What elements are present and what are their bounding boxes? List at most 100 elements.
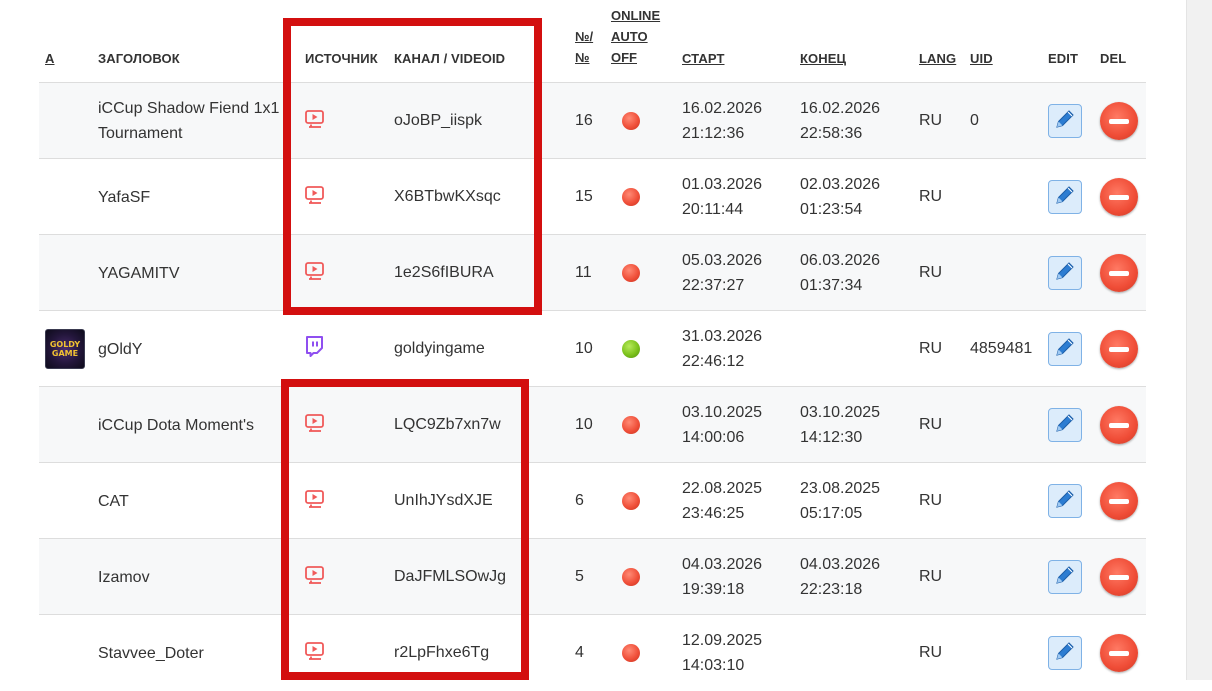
delete-cell (1100, 83, 1140, 159)
source-cell (304, 387, 334, 463)
scrollbar-track[interactable] (1186, 0, 1212, 680)
column-header-source: ИСТОЧНИК (305, 51, 378, 66)
edit-button[interactable] (1048, 484, 1082, 518)
channel-cell: UnIhJYsdXJE (394, 492, 493, 509)
column-header-avatar[interactable]: A (45, 51, 55, 66)
column-header-channel: КАНАЛ / VIDEOID (394, 51, 506, 66)
delete-cell (1100, 539, 1140, 615)
column-header-uid[interactable]: UID (970, 51, 993, 66)
online-cell (622, 83, 652, 159)
pencil-icon (1053, 107, 1077, 136)
minus-icon (1109, 346, 1129, 352)
youtube-icon (304, 489, 326, 514)
delete-button[interactable] (1100, 558, 1138, 596)
start-cell: 03.10.2025 14:00:06 (682, 387, 792, 463)
delete-button[interactable] (1100, 102, 1138, 140)
channel-cell: 1e2S6fIBURA (394, 264, 494, 281)
end-cell: 06.03.2026 01:37:34 (800, 235, 910, 311)
uid-cell (970, 539, 1040, 615)
table-row[interactable]: YafaSF X6BTbwKXsqc 15 01.03.2026 20:11:44 02.… (39, 158, 1146, 235)
stream-title: CAT (98, 492, 129, 510)
edit-button[interactable] (1048, 636, 1082, 670)
edit-button[interactable] (1048, 104, 1082, 138)
edit-cell (1048, 83, 1084, 159)
end-date: 04.03.2026 (800, 556, 881, 573)
column-header-del: DEL (1100, 51, 1127, 66)
delete-button[interactable] (1100, 634, 1138, 672)
lang-cell: RU (919, 112, 943, 129)
number-cell: 6 (575, 492, 584, 509)
start-date: 03.10.2025 (682, 404, 763, 421)
uid-cell: 0 (970, 112, 979, 129)
uid-cell (970, 387, 1040, 463)
edit-button[interactable] (1048, 560, 1082, 594)
column-header-end[interactable]: КОНЕЦ (800, 51, 846, 66)
start-time: 19:39:18 (682, 581, 745, 598)
pencil-icon (1053, 411, 1077, 440)
edit-button[interactable] (1048, 256, 1082, 290)
title-cell: CAT (98, 463, 288, 539)
pencil-icon (1053, 639, 1077, 668)
lang-cell: RU (919, 340, 943, 357)
edit-button[interactable] (1048, 332, 1082, 366)
column-header-number-top: №/ (575, 29, 594, 44)
column-header-lang[interactable]: LANG (919, 51, 956, 66)
end-time: 22:23:18 (800, 581, 863, 598)
end-date: 23.08.2025 (800, 480, 881, 497)
delete-button[interactable] (1100, 482, 1138, 520)
delete-button[interactable] (1100, 178, 1138, 216)
source-cell (304, 539, 334, 615)
end-date: 06.03.2026 (800, 252, 881, 269)
start-date: 31.03.2026 (682, 328, 763, 345)
lang-cell: RU (919, 568, 943, 585)
number-cell: 11 (575, 264, 592, 281)
number-cell: 10 (575, 340, 593, 357)
table-row[interactable]: CAT UnIhJYsdXJE 6 22.08.2025 23:46:25 23.08.2… (39, 462, 1146, 539)
table-row[interactable]: Stavvee_Doter r2LpFhxe6Tg 4 12.09.2025 14:03… (39, 614, 1146, 691)
start-cell: 16.02.2026 21:12:36 (682, 83, 792, 159)
source-cell (304, 159, 334, 235)
column-header-online[interactable]: ONLINE AUTO OFF (611, 5, 660, 68)
minus-icon (1109, 118, 1129, 124)
table-row[interactable]: iCCup Shadow Fiend 1x1 Tournament oJoBP_ii… (39, 82, 1146, 159)
edit-button[interactable] (1048, 180, 1082, 214)
end-date: 16.02.2026 (800, 100, 881, 117)
pencil-icon (1053, 487, 1077, 516)
title-cell: YAGAMITV (98, 235, 288, 311)
twitch-icon (304, 335, 324, 363)
start-date: 01.03.2026 (682, 176, 763, 193)
table-row[interactable]: Izamov DaJFMLSOwJg 5 04.03.2026 19:39:18 04.0… (39, 538, 1146, 615)
start-date: 16.02.2026 (682, 100, 763, 117)
table-row[interactable]: GOLDY GAME gOldY goldyingame 10 31.03.2026 22… (39, 310, 1146, 387)
uid-cell (970, 235, 1040, 311)
delete-button[interactable] (1100, 330, 1138, 368)
delete-cell (1100, 387, 1140, 463)
edit-button[interactable] (1048, 408, 1082, 442)
column-header-title: ЗАГОЛОВОК (98, 51, 180, 66)
youtube-icon (304, 565, 326, 590)
delete-button[interactable] (1100, 406, 1138, 444)
start-date: 05.03.2026 (682, 252, 763, 269)
edit-cell (1048, 387, 1084, 463)
online-cell (622, 235, 652, 311)
end-cell: 02.03.2026 01:23:54 (800, 159, 910, 235)
stream-title: iCCup Dota Moment's (98, 416, 254, 434)
uid-cell (970, 159, 1040, 235)
column-header-start[interactable]: СТАРТ (682, 51, 725, 66)
start-time: 22:37:27 (682, 277, 745, 294)
table-row[interactable]: YAGAMITV 1e2S6fIBURA 11 05.03.2026 22:37:27 0… (39, 234, 1146, 311)
delete-cell (1100, 463, 1140, 539)
end-date: 02.03.2026 (800, 176, 881, 193)
stream-title: YafaSF (98, 188, 151, 206)
source-cell (304, 83, 334, 159)
start-cell: 05.03.2026 22:37:27 (682, 235, 792, 311)
lang-cell: RU (919, 492, 943, 509)
online-status-indicator (622, 264, 640, 282)
stream-title-line2: Tournament (98, 125, 183, 142)
start-cell: 22.08.2025 23:46:25 (682, 463, 792, 539)
delete-button[interactable] (1100, 254, 1138, 292)
column-header-number[interactable]: №/ № (575, 26, 593, 68)
table-row[interactable]: iCCup Dota Moment's LQC9Zb7xn7w 10 03.10.20… (39, 386, 1146, 463)
youtube-icon (304, 185, 326, 210)
end-date: 03.10.2025 (800, 404, 881, 421)
